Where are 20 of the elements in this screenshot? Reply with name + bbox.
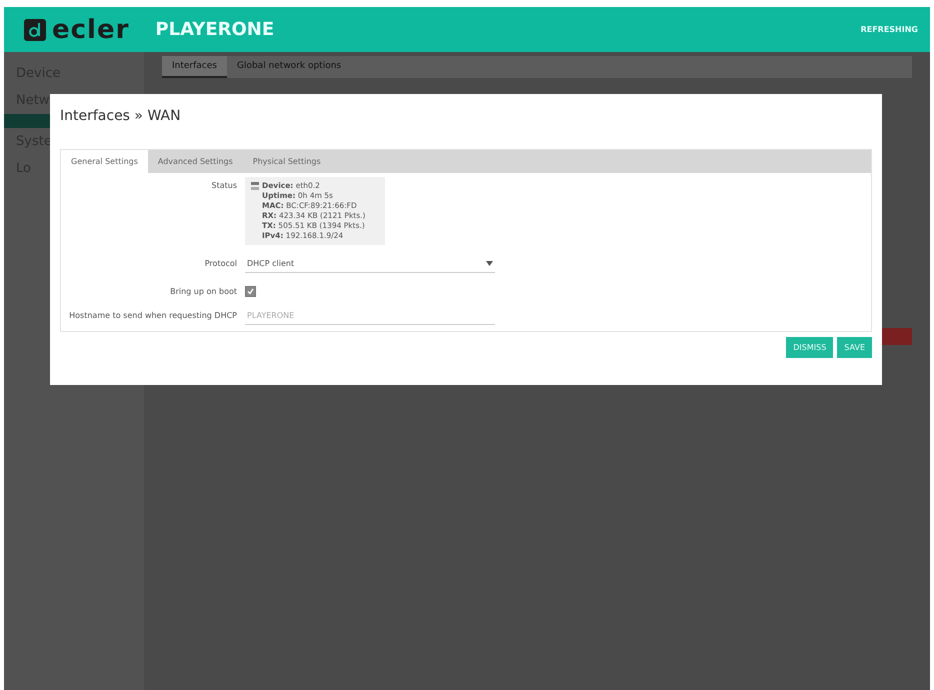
logo-icon: [24, 18, 46, 40]
field-label: Protocol: [204, 258, 237, 268]
field-label: Bring up on boot: [169, 286, 237, 296]
checkbox[interactable]: [245, 286, 256, 297]
tab[interactable]: Physical Settings: [242, 150, 331, 173]
tab[interactable]: Interfaces: [162, 56, 227, 78]
tab[interactable]: Advanced Settings: [148, 150, 243, 173]
network-icon: [251, 182, 259, 190]
dismiss-button[interactable]: DISMISS: [786, 337, 834, 358]
protocol-select[interactable]: DHCP client: [245, 255, 495, 273]
tab[interactable]: Global network options: [226, 56, 352, 78]
product-name: PLAYERONE: [155, 19, 274, 40]
modal-title: Interfaces » WAN: [60, 108, 182, 124]
save-button[interactable]: SAVE: [837, 337, 872, 358]
field-label: Status: [210, 180, 237, 190]
logo-text: ecler: [52, 14, 130, 44]
tab[interactable]: General Settings: [61, 150, 148, 173]
status-text: REFRESHING: [860, 25, 918, 34]
caret-icon: [486, 261, 493, 266]
field-label: Hostname to send when requesting DHCP: [68, 310, 237, 320]
